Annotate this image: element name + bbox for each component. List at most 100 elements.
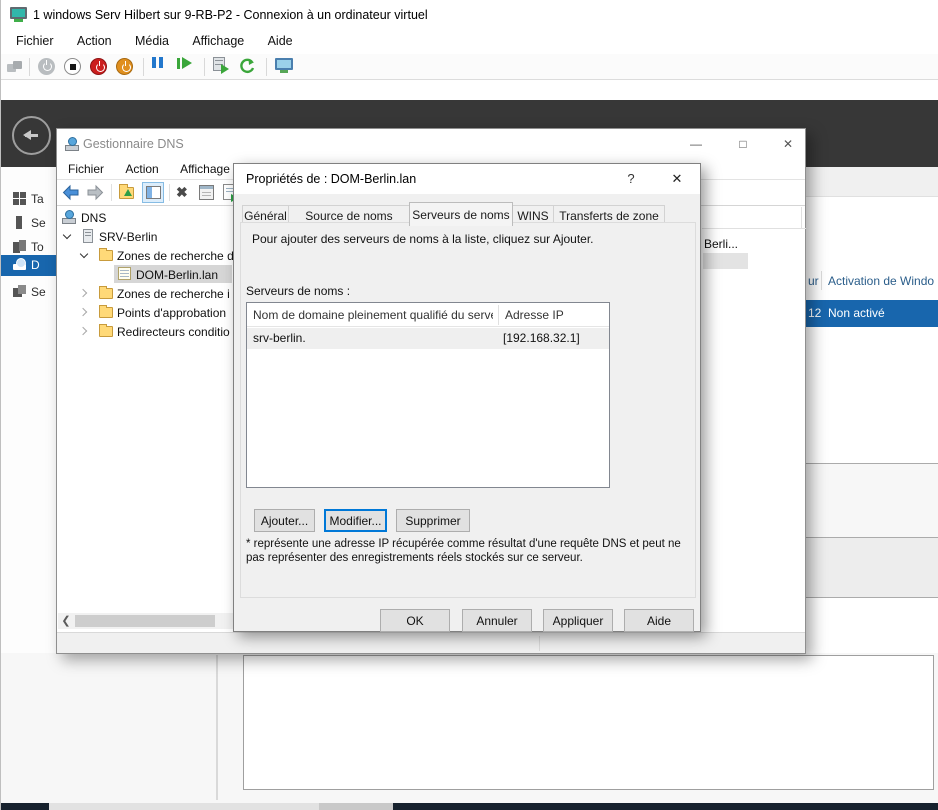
dns-menu-fichier[interactable]: Fichier: [59, 159, 113, 179]
panes-icon[interactable]: [142, 182, 164, 203]
table-header-activation[interactable]: Activation de Windo: [828, 274, 934, 288]
folder-icon: [99, 288, 113, 299]
stop-icon[interactable]: [64, 58, 81, 75]
dialog-note: * représente une adresse IP récupérée co…: [246, 537, 698, 565]
vm-menu-action[interactable]: Action: [67, 30, 122, 52]
dns-menu-action[interactable]: Action: [116, 159, 167, 179]
back-button[interactable]: [12, 116, 51, 155]
column-separator[interactable]: [498, 305, 499, 325]
vm-menu-aide[interactable]: Aide: [258, 30, 303, 52]
dns-statusbar: [57, 632, 805, 653]
server-manager-sidebar: Ta Se To D Se: [1, 167, 56, 653]
help-icon[interactable]: ?: [619, 168, 643, 190]
server-manager-table-area: [806, 197, 938, 463]
back-arrow-icon: [23, 129, 39, 141]
scrollbar-thumb[interactable]: [75, 615, 215, 627]
server-icon: [83, 229, 93, 243]
pane-divider: [216, 655, 218, 800]
sidebar-item-local-server[interactable]: Se: [1, 213, 56, 233]
name-servers-list-label: Serveurs de noms :: [246, 284, 350, 298]
folder-icon: [99, 250, 113, 261]
vm-titlebar: 1 windows Serv Hilbert sur 9-RB-P2 - Con…: [1, 0, 938, 30]
edit-button[interactable]: Modifier...: [324, 509, 387, 532]
tree-horizontal-scrollbar[interactable]: ❮: [58, 613, 234, 629]
apply-button[interactable]: Appliquer: [543, 609, 613, 632]
table-header-separator: [821, 271, 822, 290]
column-ip[interactable]: Adresse IP: [505, 308, 564, 322]
chevron-right-icon[interactable]: [79, 327, 87, 335]
name-servers-list[interactable]: Nom de domaine pleinement qualifié du se…: [246, 302, 610, 488]
dns-right-pane-row[interactable]: [703, 253, 748, 269]
properties-icon[interactable]: [199, 185, 214, 200]
tab-name-servers[interactable]: Serveurs de noms: [409, 202, 513, 226]
minimize-button[interactable]: —: [685, 135, 707, 153]
column-fqdn[interactable]: Nom de domaine pleinement qualifié du se…: [253, 308, 493, 322]
add-button[interactable]: Ajouter...: [254, 509, 315, 532]
table-row-selected[interactable]: 12 Non activé: [806, 300, 938, 327]
guest-taskbar[interactable]: [1, 803, 938, 810]
vm-connection-window: 1 windows Serv Hilbert sur 9-RB-P2 - Con…: [0, 0, 938, 810]
sidebar-item-dns[interactable]: D: [1, 255, 56, 276]
enhanced-session-icon[interactable]: [275, 58, 293, 74]
dns-sidebar-icon: [13, 258, 26, 271]
properties-dialog: Propriétés de : DOM-Berlin.lan ? ✕ Génér…: [233, 163, 701, 632]
turn-off-icon[interactable]: [116, 58, 133, 75]
ok-button[interactable]: OK: [380, 609, 450, 632]
vm-toolbar: [1, 54, 938, 80]
dns-window-title: Gestionnaire DNS: [83, 137, 184, 151]
ctrl-alt-del-icon[interactable]: [7, 61, 23, 72]
sidebar-item-file-services[interactable]: Se: [1, 282, 56, 302]
server-manager-section-band-3: [806, 598, 938, 653]
step-icon[interactable]: [177, 55, 193, 73]
checkpoint-icon[interactable]: [213, 56, 231, 74]
revert-icon[interactable]: [239, 58, 256, 75]
hyperv-vm-icon: [10, 7, 27, 22]
delete-icon[interactable]: ✖: [176, 184, 188, 201]
back-icon[interactable]: [62, 184, 80, 201]
vm-menu-fichier[interactable]: Fichier: [6, 30, 64, 52]
dialog-titlebar: Propriétés de : DOM-Berlin.lan ? ✕: [234, 164, 700, 194]
dns-root-icon: [62, 210, 76, 224]
list-row-srv-berlin[interactable]: srv-berlin. [192.168.32.1]: [247, 328, 609, 349]
folder-up-icon[interactable]: [119, 187, 134, 199]
local-server-icon: [13, 216, 26, 229]
table-header-fragment-left[interactable]: ur: [808, 274, 819, 288]
folder-icon: [99, 326, 113, 337]
server-manager-section-band-2: [806, 538, 938, 598]
cancel-button[interactable]: Annuler: [462, 609, 532, 632]
dialog-instruction: Pour ajouter des serveurs de noms à la l…: [252, 232, 594, 246]
dns-titlebar: Gestionnaire DNS — □ ✕: [57, 129, 805, 159]
scroll-left-arrow-icon[interactable]: ❮: [58, 613, 74, 629]
chevron-right-icon[interactable]: [79, 308, 87, 316]
power-icon[interactable]: [38, 58, 55, 75]
remove-button[interactable]: Supprimer: [396, 509, 470, 532]
pause-icon[interactable]: [152, 54, 164, 72]
chevron-right-icon[interactable]: [79, 289, 87, 297]
server-manager-titlebar: Gestionnaire de serveur: [1, 80, 938, 100]
chevron-down-icon[interactable]: [63, 231, 71, 239]
vm-menubar: Fichier Action Média Affichage Aide: [1, 30, 938, 54]
forward-icon[interactable]: [86, 184, 104, 201]
dialog-title: Propriétés de : DOM-Berlin.lan: [246, 172, 416, 186]
dns-right-pane-header-sep: [801, 207, 802, 228]
dns-menu-affichage[interactable]: Affichage: [171, 159, 239, 179]
close-icon[interactable]: ✕: [662, 168, 692, 190]
vm-window-title: 1 windows Serv Hilbert sur 9-RB-P2 - Con…: [33, 8, 428, 22]
shutdown-icon[interactable]: [90, 58, 107, 75]
server-manager-section-band: [806, 463, 938, 538]
dns-right-pane-header-line: [702, 228, 806, 229]
dashboard-icon: [13, 192, 26, 205]
file-services-icon: [13, 285, 26, 298]
chevron-down-icon[interactable]: [80, 250, 88, 258]
server-manager-toolbar-band: [806, 167, 938, 197]
server-manager-content-box: [243, 655, 934, 790]
help-button[interactable]: Aide: [624, 609, 694, 632]
sidebar-item-dashboard[interactable]: Ta: [1, 189, 56, 209]
vm-menu-affichage[interactable]: Affichage: [182, 30, 254, 52]
vm-menu-media[interactable]: Média: [125, 30, 179, 52]
maximize-button[interactable]: □: [732, 135, 754, 153]
list-header: Nom de domaine pleinement qualifié du se…: [247, 303, 609, 327]
folder-icon: [99, 307, 113, 318]
close-button[interactable]: ✕: [777, 135, 799, 153]
sidebar-item-all-servers[interactable]: To: [1, 237, 56, 257]
